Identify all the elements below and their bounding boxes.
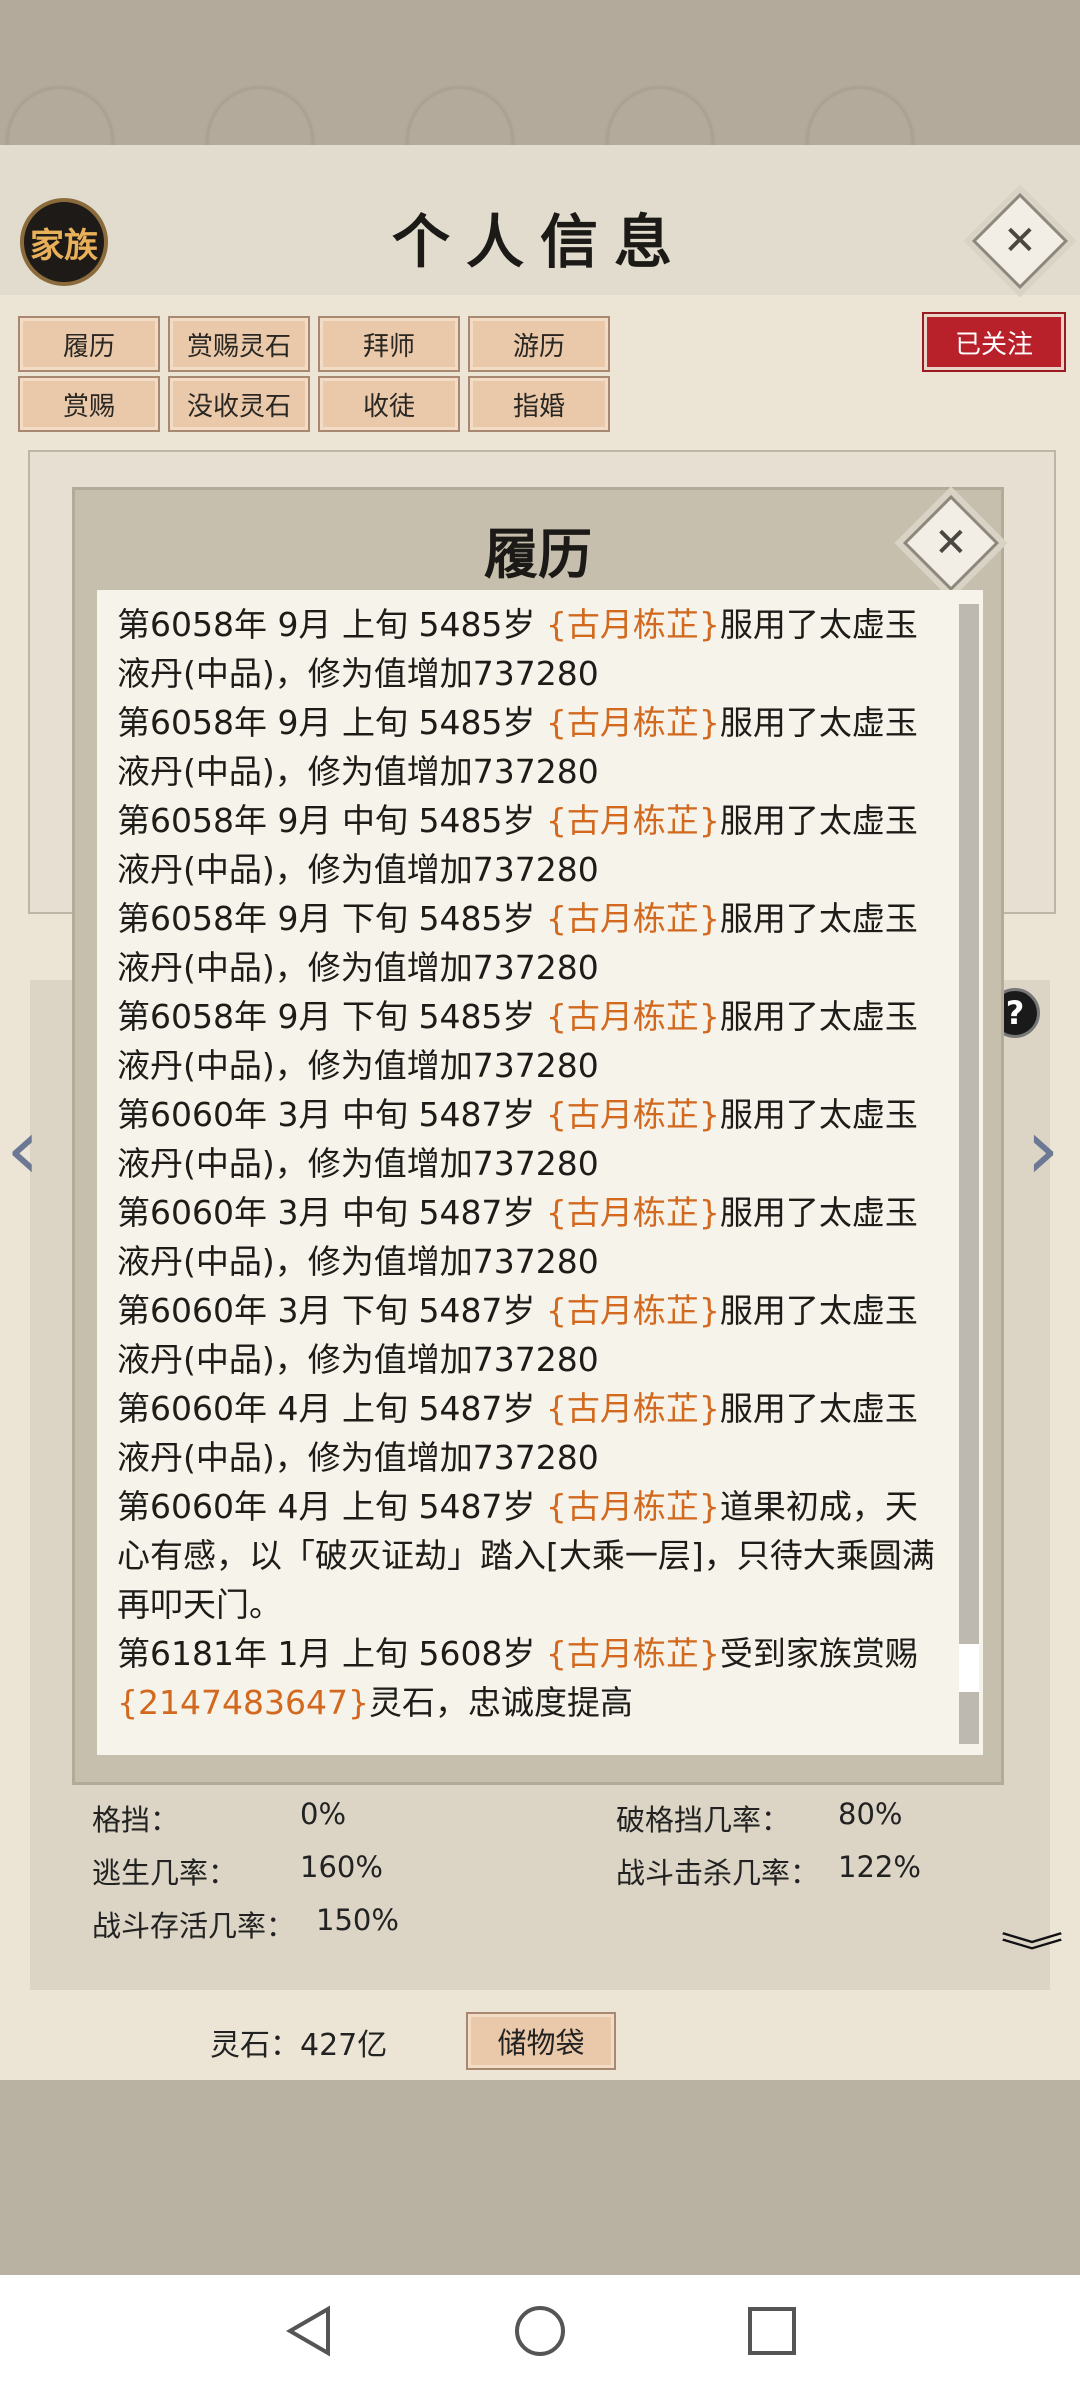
log-entry-name: {古月栋芷} (545, 1487, 720, 1526)
survive-label: 战斗存活几率： (92, 1909, 296, 1943)
scrollbar-thumb[interactable] (959, 1644, 979, 1692)
escape-value: 160% (300, 1850, 383, 1884)
log-entry-name: {古月栋芷} (545, 1389, 720, 1428)
log-content: 第6058年 9月 上旬 5485岁 {古月栋芷}服用了太虚玉液丹(中品)，修为… (117, 600, 947, 1727)
block-label: 格挡： (92, 1803, 180, 1837)
confiscate-stones-button[interactable]: 没收灵石 (168, 376, 310, 432)
history-button[interactable]: 履历 (18, 316, 160, 372)
survive-value: 150% (316, 1903, 399, 1937)
log-entry-suffix: 受到家族赏赐 (719, 1634, 918, 1673)
chevron-left-icon[interactable]: ‹ (6, 1100, 40, 1198)
travel-button[interactable]: 游历 (468, 316, 610, 372)
system-nav-bar (0, 2275, 1080, 2388)
log-entry-name: {古月栋芷} (545, 899, 720, 938)
log-entry: 第6060年 3月 中旬 5487岁 {古月栋芷}服用了太虚玉液丹(中品)，修为… (117, 1090, 947, 1188)
apprentice-button[interactable]: 拜师 (318, 316, 460, 372)
take-disciple-button[interactable]: 收徒 (318, 376, 460, 432)
log-entry-prefix: 第6060年 4月 上旬 5487岁 (117, 1487, 546, 1526)
log-entry: 第6058年 9月 上旬 5485岁 {古月栋芷}服用了太虚玉液丹(中品)，修为… (117, 600, 947, 698)
log-entry-prefix: 第6060年 4月 上旬 5487岁 (117, 1389, 546, 1428)
log-entry-prefix: 第6058年 9月 上旬 5485岁 (117, 703, 546, 742)
log-entry-name: {古月栋芷} (545, 1634, 720, 1673)
bottom-area (0, 2080, 1080, 2275)
log-entry-name: {古月栋芷} (545, 801, 720, 840)
log-entry: 第6058年 9月 上旬 5485岁 {古月栋芷}服用了太虚玉液丹(中品)，修为… (117, 698, 947, 796)
spirit-stones-text: 灵石：427亿 (210, 2028, 388, 2063)
log-entry-prefix: 第6058年 9月 下旬 5485岁 (117, 899, 546, 938)
close-icon: ✕ (934, 519, 968, 566)
log-entry-name: {古月栋芷} (545, 605, 720, 644)
followed-badge[interactable]: 已关注 (924, 314, 1064, 370)
history-modal: 履历 ✕ 第6058年 9月 上旬 5485岁 {古月栋芷}服用了太虚玉液丹(中… (72, 487, 1004, 1785)
back-icon[interactable] (282, 2303, 336, 2359)
scrollbar[interactable] (959, 604, 979, 1744)
break-block-label: 破格挡几率： (616, 1803, 791, 1837)
log-entry-prefix: 第6060年 3月 中旬 5487岁 (117, 1095, 546, 1134)
log-entry: 第6181年 1月 上旬 5608岁 {古月栋芷}受到家族赏赐 {21474836… (117, 1629, 947, 1727)
arrange-marriage-button[interactable]: 指婚 (468, 376, 610, 432)
home-icon[interactable] (512, 2303, 568, 2359)
log-entry-prefix: 第6058年 9月 下旬 5485岁 (117, 997, 546, 1036)
log-entry: 第6058年 9月 下旬 5485岁 {古月栋芷}服用了太虚玉液丹(中品)，修为… (117, 992, 947, 1090)
log-entry: 第6060年 4月 上旬 5487岁 {古月栋芷}服用了太虚玉液丹(中品)，修为… (117, 1384, 947, 1482)
reward-button[interactable]: 赏赐 (18, 376, 160, 432)
page-title: 个人信息 (391, 208, 688, 276)
log-entry-name: {古月栋芷} (545, 1193, 720, 1232)
storage-bag-button[interactable]: 储物袋 (466, 2012, 616, 2070)
log-entry-prefix: 第6060年 3月 下旬 5487岁 (117, 1291, 546, 1330)
log-entry-extra-orange: {2147483647} (117, 1683, 369, 1722)
chevron-right-icon[interactable]: › (1026, 1100, 1060, 1198)
log-entry-prefix: 第6058年 9月 上旬 5485岁 (117, 605, 546, 644)
kill-label: 战斗击杀几率： (616, 1856, 820, 1890)
log-entry-prefix: 第6181年 1月 上旬 5608岁 (117, 1634, 546, 1673)
escape-label: 逃生几率： (92, 1856, 238, 1890)
top-decor (0, 0, 1080, 145)
log-entry-prefix: 第6058年 9月 中旬 5485岁 (117, 801, 546, 840)
log-entry-extra-suffix: 灵石，忠诚度提高 (368, 1683, 633, 1722)
break-block-value: 80% (838, 1797, 903, 1831)
recents-icon[interactable] (744, 2303, 800, 2359)
block-value: 0% (300, 1797, 347, 1831)
log-entry: 第6060年 3月 下旬 5487岁 {古月栋芷}服用了太虚玉液丹(中品)，修为… (117, 1286, 947, 1384)
chevron-down-icon[interactable]: ︾ (1000, 1920, 1064, 1978)
close-icon: ✕ (1003, 217, 1037, 264)
log-entry: 第6060年 4月 上旬 5487岁 {古月栋芷}道果初成，天心有感，以「破灭证… (117, 1482, 947, 1629)
log-entry: 第6060年 3月 中旬 5487岁 {古月栋芷}服用了太虚玉液丹(中品)，修为… (117, 1188, 947, 1286)
kill-value: 122% (838, 1850, 921, 1884)
log-entry: 第6058年 9月 中旬 5485岁 {古月栋芷}服用了太虚玉液丹(中品)，修为… (117, 796, 947, 894)
modal-title: 履历 (484, 522, 592, 586)
log-entry: 第6058年 9月 下旬 5485岁 {古月栋芷}服用了太虚玉液丹(中品)，修为… (117, 894, 947, 992)
log-entry-prefix: 第6060年 3月 中旬 5487岁 (117, 1193, 546, 1232)
reward-stones-button[interactable]: 赏赐灵石 (168, 316, 310, 372)
history-log[interactable]: 第6058年 9月 上旬 5485岁 {古月栋芷}服用了太虚玉液丹(中品)，修为… (97, 590, 983, 1755)
log-entry-name: {古月栋芷} (545, 1291, 720, 1330)
log-entry-name: {古月栋芷} (545, 703, 720, 742)
log-entry-name: {古月栋芷} (545, 997, 720, 1036)
log-entry-name: {古月栋芷} (545, 1095, 720, 1134)
